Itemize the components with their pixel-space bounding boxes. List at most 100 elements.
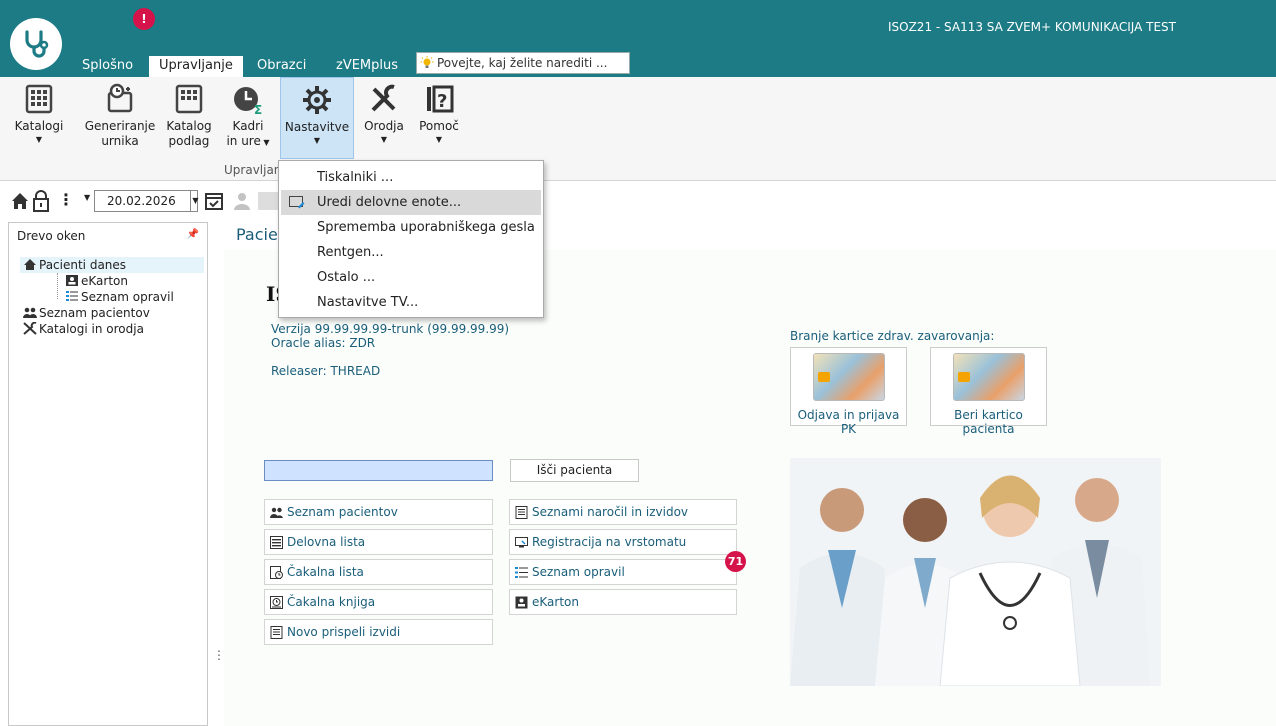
patient-search-input[interactable] xyxy=(264,460,493,481)
menu-item-sprememba-gesla[interactable]: Sprememba uporabniškega gesla xyxy=(281,215,541,240)
cakalna-lista-button[interactable]: Čakalna lista xyxy=(264,559,493,585)
seznam-pacientov-button[interactable]: Seznam pacientov xyxy=(264,499,493,525)
version-text: Verzija 99.99.99.99-trunk (99.99.99.99) xyxy=(271,322,510,336)
menu-item-label: Sprememba uporabniškega gesla xyxy=(317,220,535,235)
insurance-card-image xyxy=(952,353,1025,401)
pin-icon[interactable]: 📌 xyxy=(187,229,199,240)
ribbon: Katalogi ▼ Generiranje urnika Katalog po… xyxy=(0,77,1276,181)
tree-item-ekarton[interactable]: eKarton xyxy=(65,273,128,289)
menu-item-label: Rentgen... xyxy=(317,245,384,260)
menu-item-uredi-delovne-enote[interactable]: Uredi delovne enote... xyxy=(281,190,541,215)
oracle-alias-text: Oracle alias: ZDR xyxy=(271,336,376,350)
ribbon-label: Orodja xyxy=(364,119,404,133)
releaser-text: Releaser: THREAD xyxy=(271,364,381,378)
list-icon xyxy=(270,536,283,549)
seznami-narocil-button[interactable]: Seznami naročil in izvidov xyxy=(509,499,737,525)
button-label: eKarton xyxy=(532,595,579,609)
cakalna-knjiga-button[interactable]: Čakalna knjiga xyxy=(264,589,493,615)
chevron-down-icon[interactable]: ▼ xyxy=(84,193,90,202)
button-label: Registracija na vrstomatu xyxy=(532,535,687,549)
menu-item-label: Nastavitve TV... xyxy=(317,295,419,310)
tab-splosno[interactable]: Splošno xyxy=(72,56,143,77)
odjava-prijava-card-button[interactable]: Odjava in prijava PK xyxy=(790,347,907,436)
svg-text:?: ? xyxy=(437,91,447,112)
card-chip xyxy=(957,372,970,382)
notification-count-badge: 71 xyxy=(725,551,746,572)
button-label: Delovna lista xyxy=(287,535,366,549)
clock-book-icon xyxy=(270,596,283,609)
user-icon[interactable] xyxy=(232,191,252,211)
people-icon xyxy=(270,507,283,518)
tell-me-placeholder: Povejte, kaj želite narediti ... xyxy=(437,56,608,70)
ribbon-katalogi-button[interactable]: Katalogi ▼ xyxy=(8,83,70,146)
tree-item-seznam-opravil[interactable]: Seznam opravil xyxy=(65,289,174,305)
tab-upravljanje[interactable]: Upravljanje xyxy=(149,56,243,77)
date-field[interactable]: 20.02.2026 xyxy=(94,190,198,212)
search-patient-button[interactable]: Išči pacienta xyxy=(510,459,639,482)
ribbon-label: Pomoč xyxy=(419,119,459,133)
ribbon-generiranje-button[interactable]: Generiranje urnika xyxy=(84,83,156,149)
menu-item-rentgen[interactable]: Rentgen... xyxy=(281,240,541,265)
checklist-icon xyxy=(515,567,528,578)
ribbon-orodja-button[interactable]: Orodja ▼ xyxy=(360,83,408,146)
chevron-down-icon: ▼ xyxy=(435,135,443,144)
chevron-down-icon: ▼ xyxy=(313,136,321,145)
tools-icon xyxy=(371,84,396,112)
tree-item-seznam-pacientov[interactable]: Seznam pacientov xyxy=(23,305,150,321)
help-icon: ? xyxy=(427,85,454,113)
menu-item-tiskalniki[interactable]: Tiskalniki ... xyxy=(281,165,541,190)
stethoscope-icon xyxy=(25,30,49,58)
more-options-icon[interactable]: ⋮ xyxy=(58,190,74,209)
staff-hours-icon: Σ xyxy=(234,87,262,115)
home-icon[interactable] xyxy=(10,191,30,211)
calendar-check-icon[interactable] xyxy=(204,191,224,211)
tab-obrazci[interactable]: Obrazci xyxy=(247,56,316,77)
seznam-opravil-button[interactable]: Seznam opravil xyxy=(509,559,737,585)
lock-icon[interactable] xyxy=(32,190,50,212)
ribbon-label: Generiranje xyxy=(84,119,156,133)
window-title: ISOZ21 - SA113 SA ZVEM+ KOMUNIKACIJA TES… xyxy=(887,20,1176,34)
doctors-photo xyxy=(790,458,1161,686)
delovna-lista-button[interactable]: Delovna lista xyxy=(264,529,493,555)
button-label: Čakalna knjiga xyxy=(287,595,376,609)
kiosk-icon xyxy=(515,537,528,548)
tab-zvemplus[interactable]: zVEMplus xyxy=(326,56,408,77)
svg-text:Σ: Σ xyxy=(254,103,262,115)
ribbon-kadri-button[interactable]: Σ Kadri in ure ▼ xyxy=(222,83,274,150)
tell-me-search[interactable]: Povejte, kaj želite narediti ... xyxy=(416,52,630,74)
nastavitve-dropdown-menu: Tiskalniki ... Uredi delovne enote... Sp… xyxy=(278,160,544,318)
date-dropdown[interactable]: ▼ xyxy=(190,190,200,212)
doctors-illustration xyxy=(790,458,1161,686)
tree-label: Pacienti danes xyxy=(39,258,127,272)
checklist-icon xyxy=(66,291,78,301)
registracija-vrstomat-button[interactable]: Registracija na vrstomatu xyxy=(509,529,737,555)
edit-window-icon xyxy=(289,196,305,209)
contact-card-icon xyxy=(515,596,528,609)
chevron-down-icon: ▼ xyxy=(380,135,388,144)
menu-item-nastavitve-tv[interactable]: Nastavitve TV... xyxy=(281,290,541,315)
card-chip xyxy=(817,372,830,382)
document-icon xyxy=(270,626,283,639)
catalog-grid-icon xyxy=(25,84,53,114)
contact-card-icon xyxy=(66,275,78,286)
ekarton-button[interactable]: eKarton xyxy=(509,589,737,615)
catalog-grid-icon xyxy=(175,84,203,114)
ribbon-label-line2: in ure xyxy=(226,134,261,148)
app-logo[interactable] xyxy=(10,18,62,70)
ribbon-pomoc-button[interactable]: ? Pomoč ▼ xyxy=(414,83,464,146)
button-label: Seznami naročil in izvidov xyxy=(532,505,689,519)
people-icon xyxy=(23,307,37,318)
button-label: Čakalna lista xyxy=(287,565,364,579)
tree-item-katalogi-in-orodja[interactable]: Katalogi in orodja xyxy=(23,321,144,337)
button-label: Novo prispeli izvidi xyxy=(287,625,401,639)
menu-item-ostalo[interactable]: Ostalo ... xyxy=(281,265,541,290)
tree-item-pacienti-danes[interactable]: Pacienti danes xyxy=(23,257,126,273)
camera-icon[interactable] xyxy=(258,192,278,210)
ribbon-label: Nastavitve xyxy=(284,120,350,134)
tools-icon xyxy=(23,322,37,335)
card-label: Beri kartico pacienta xyxy=(954,408,1023,436)
novo-prispeli-izvidi-button[interactable]: Novo prispeli izvidi xyxy=(264,619,493,645)
ribbon-nastavitve-button[interactable]: Nastavitve ▼ xyxy=(280,77,354,159)
beri-kartico-card-button[interactable]: Beri kartico pacienta xyxy=(930,347,1047,436)
ribbon-katalog-podlag-button[interactable]: Katalog podlag xyxy=(160,83,218,149)
